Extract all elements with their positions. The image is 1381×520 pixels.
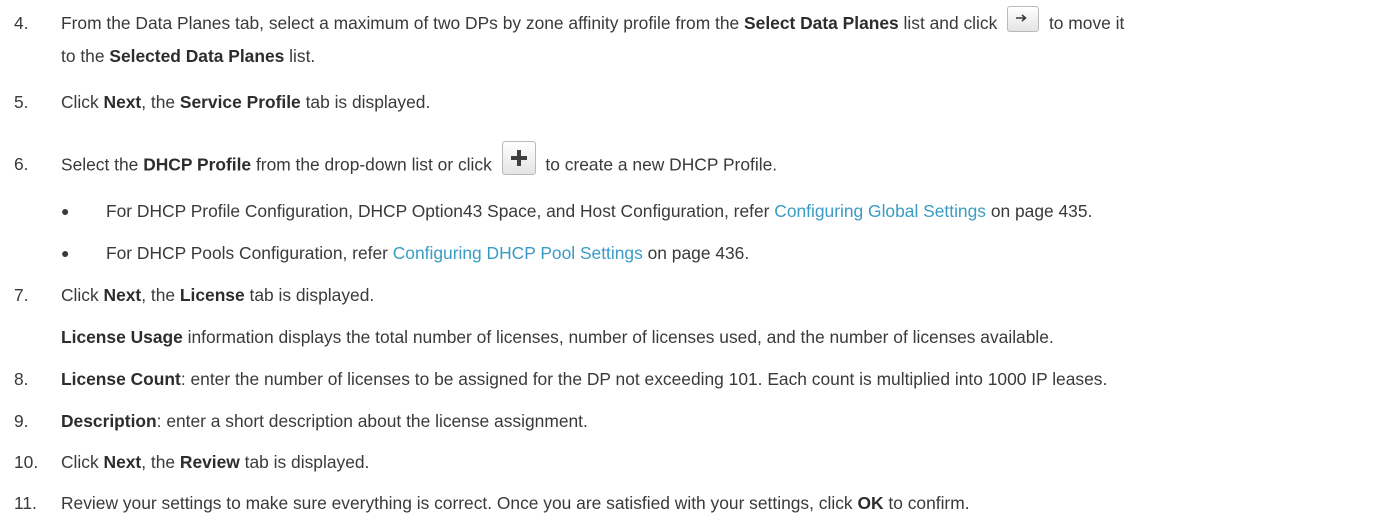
link-configuring-dhcp-pool-settings[interactable]: Configuring DHCP Pool Settings [393, 243, 643, 263]
step-8-line: License Count: enter the number of licen… [61, 368, 1107, 390]
step-7-bold-license: License [179, 285, 245, 305]
step-10-bold-review: Review [179, 452, 240, 472]
bullet-item-1: For DHCP Profile Configuration, DHCP Opt… [106, 200, 1092, 222]
step-6-number: 6. [14, 154, 29, 174]
step-6-line: Select the DHCP Profile from the drop-do… [61, 141, 778, 179]
step-7-paragraph: License Usage information displays the t… [61, 326, 1054, 348]
step-11-number: 11. [14, 493, 37, 513]
step-7-number: 7. [14, 285, 29, 305]
plus-icon [510, 150, 527, 166]
step-4-bold-selected-data-planes: Selected Data Planes [109, 46, 285, 66]
step-11-bold-ok: OK [857, 493, 884, 513]
bullet-icon: ● [61, 203, 70, 219]
step-7-bold-next: Next [103, 285, 142, 305]
step-6-text-3: to create a new DHCP Profile. [540, 154, 778, 175]
step-10-bold-next: Next [103, 452, 142, 472]
bullet-icon: ● [61, 245, 70, 261]
step-5-text-3: tab is displayed. [300, 92, 431, 112]
step-10-text-2: , the [141, 452, 180, 472]
move-right-button[interactable] [1007, 6, 1040, 33]
step-10-text-3: tab is displayed. [239, 452, 370, 472]
step-4-text-5: list. [284, 46, 316, 66]
step-7-bold-license-usage: License Usage [61, 327, 183, 347]
step-4-line-2: to the Selected Data Planes list. [61, 45, 315, 67]
step-5-text: Click [61, 92, 104, 112]
bullet-2-text: For DHCP Pools Configuration, refer [106, 243, 393, 263]
step-11-text-2: to confirm. [883, 493, 970, 513]
step-9-bold-description: Description [61, 411, 157, 431]
step-4-bold-select-data-planes: Select Data Planes [744, 13, 899, 33]
step-8-text: : enter the number of licenses to be ass… [180, 369, 1108, 389]
step-5-line: Click Next, the Service Profile tab is d… [61, 91, 430, 113]
step-4-text-3: to move it [1044, 13, 1125, 33]
step-10-text: Click [61, 452, 104, 472]
bullet-2-text-2: on page 436. [642, 243, 750, 263]
step-5-bold-next: Next [103, 92, 142, 112]
step-9-line: Description: enter a short description a… [61, 410, 588, 432]
step-7-text-2: , the [141, 285, 180, 305]
step-8-number: 8. [14, 369, 29, 389]
step-4-number: 4. [14, 13, 29, 33]
step-6-bold-dhcp-profile: DHCP Profile [143, 154, 252, 175]
step-4-text-4: to the [61, 46, 110, 66]
step-7-text: Click [61, 285, 104, 305]
step-10-line: Click Next, the Review tab is displayed. [61, 451, 369, 473]
step-7-paragraph-text: information displays the total number of… [182, 327, 1054, 347]
step-8-bold-license-count: License Count [61, 369, 181, 389]
step-4-line-1: From the Data Planes tab, select a maxim… [61, 6, 1125, 34]
step-5-bold-service-profile: Service Profile [179, 92, 301, 112]
step-4-text-2: list and click [898, 13, 1003, 33]
step-11-line: Review your settings to make sure everyt… [61, 492, 970, 514]
add-dhcp-profile-button[interactable] [501, 141, 536, 175]
step-6-text: Select the [61, 154, 144, 175]
step-4-text: From the Data Planes tab, select a maxim… [61, 13, 745, 33]
step-5-number: 5. [14, 92, 29, 112]
arrow-right-icon [1016, 14, 1027, 23]
bullet-item-2: For DHCP Pools Configuration, refer Conf… [106, 242, 749, 264]
link-configuring-global-settings[interactable]: Configuring Global Settings [774, 201, 986, 221]
step-6-text-2: from the drop-down list or click [251, 154, 497, 175]
step-5-text-2: , the [141, 92, 180, 112]
step-11-text: Review your settings to make sure everyt… [61, 493, 858, 513]
step-7-line: Click Next, the License tab is displayed… [61, 284, 374, 306]
step-9-text: : enter a short description about the li… [156, 411, 588, 431]
bullet-1-text: For DHCP Profile Configuration, DHCP Opt… [106, 201, 775, 221]
bullet-1-text-2: on page 435. [985, 201, 1093, 221]
step-7-text-3: tab is displayed. [244, 285, 375, 305]
step-9-number: 9. [14, 411, 29, 431]
step-10-number: 10. [14, 452, 39, 472]
